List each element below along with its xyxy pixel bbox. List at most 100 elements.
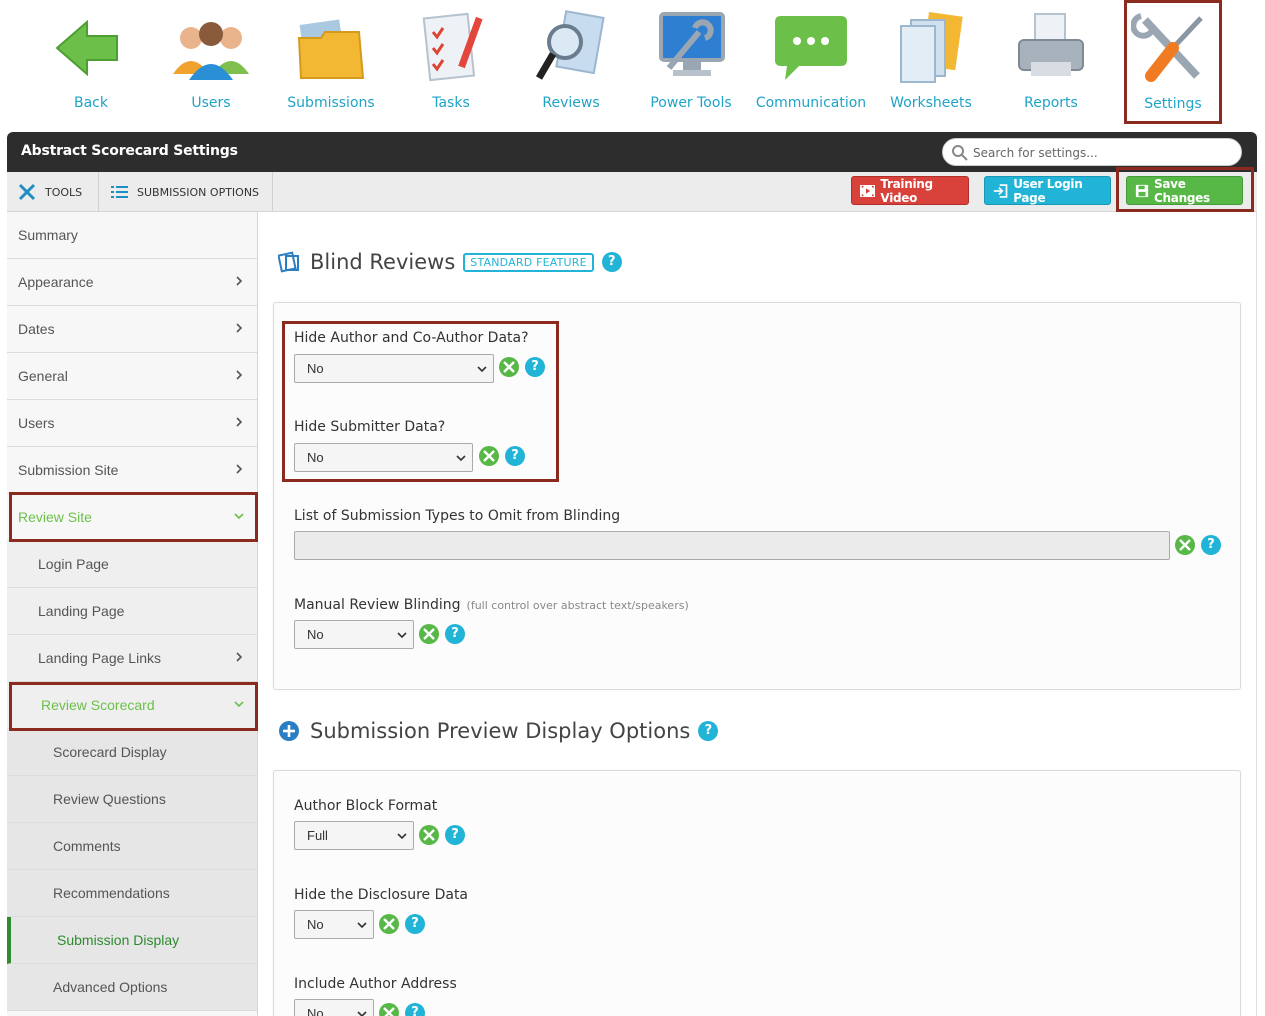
training-video-label: Training Video [880,176,933,205]
tools-wrench-icon[interactable] [499,357,519,377]
sidebar-item-users[interactable]: Users [7,400,257,447]
manual-blinding-label: Manual Review Blinding (full control over… [294,597,689,613]
training-video-button[interactable]: Training Video [851,176,969,205]
chevron-right-icon [236,417,243,427]
toolbar-submissions[interactable]: Submissions [271,0,391,124]
settings-subbar: TOOLS SUBMISSION OPTIONS Training Video … [7,172,1257,212]
checklist-icon [422,12,483,82]
manual-blinding-actions: ? [419,624,465,644]
settings-main: Blind Reviews STANDARD FEATURE ? Hide Au… [258,212,1257,1016]
tools-wrench-icon[interactable] [419,825,439,845]
blind-reviews-heading: Blind Reviews STANDARD FEATURE ? [278,250,622,274]
sidebar-item-summary[interactable]: Summary [7,212,257,259]
include-address-actions: ? [379,1003,425,1016]
toolbar-tasks-label: Tasks [432,95,470,111]
sidebar-item-login-page[interactable]: Login Page [7,541,257,588]
hide-author-select[interactable]: No [294,354,494,383]
submission-options-tab[interactable]: SUBMISSION OPTIONS [99,172,273,212]
review-scorecard-highlight [9,682,258,731]
tools-wrench-icon[interactable] [479,446,499,466]
toolbar-reviews[interactable]: Reviews [511,0,631,124]
user-login-page-button[interactable]: User Login Page [984,176,1111,205]
preview-options-title: Submission Preview Display Options [310,719,691,743]
sidebar-item-dates[interactable]: Dates [7,306,257,353]
users-icon [173,22,249,80]
hide-submitter-actions: ? [479,446,525,466]
sidebar-item-recommendations[interactable]: Recommendations [7,870,257,917]
sidebar-item-advanced-options[interactable]: Advanced Options [7,964,257,1011]
hide-submitter-label: Hide Submitter Data? [294,419,446,435]
sidebar-item-landing-page[interactable]: Landing Page [7,588,257,635]
sidebar-item-submission-site[interactable]: Submission Site [7,447,257,494]
sidebar-item-comments[interactable]: Comments [7,823,257,870]
help-icon[interactable]: ? [405,914,425,934]
omit-types-label: List of Submission Types to Omit from Bl… [294,508,621,524]
help-icon[interactable]: ? [445,825,465,845]
hide-submitter-select[interactable]: No [294,443,473,472]
tools-wrench-icon[interactable] [1175,535,1195,555]
manual-blinding-select[interactable]: No [294,620,414,649]
tools-wrench-icon[interactable] [379,1003,399,1016]
folder-icon [297,19,365,79]
toolbar-back[interactable]: Back [31,0,151,124]
wrench-screwdriver-icon [1131,13,1203,82]
sidebar-item-appearance[interactable]: Appearance [7,259,257,306]
toolbar-users[interactable]: Users [151,0,271,124]
preview-options-help-icon[interactable]: ? [698,721,719,741]
toolbar-communication[interactable]: Communication [751,0,871,124]
help-icon[interactable]: ? [525,357,545,377]
hide-disclosure-actions: ? [379,914,425,934]
documents-icon [900,12,963,83]
expand-plus-icon[interactable] [278,720,300,742]
sidebar-item-label: Appearance [18,274,94,290]
tools-tab[interactable]: TOOLS [7,172,99,212]
sidebar-item-label: Recommendations [53,885,170,901]
login-icon [993,183,1008,198]
toolbar-worksheets[interactable]: Worksheets [871,0,991,124]
blind-reviews-card: Hide Author and Co-Author Data? No ? Hid… [273,302,1241,690]
chevron-down-icon [397,632,407,639]
omit-types-actions: ? [1175,535,1221,555]
sidebar-item-landing-page-links[interactable]: Landing Page Links [7,635,257,682]
omit-types-input[interactable] [294,531,1170,560]
hide-submitter-value: No [307,450,324,465]
sidebar-item-label: Advanced Options [53,979,168,995]
tools-wrench-icon[interactable] [379,914,399,934]
sidebar-item-submission-display[interactable]: Submission Display [7,917,257,964]
settings-header: Abstract Scorecard Settings [7,132,1257,172]
monitor-wrench-icon [659,12,725,76]
blind-reviews-help-icon[interactable]: ? [601,252,622,272]
blind-reviews-title: Blind Reviews [310,250,456,274]
film-icon [860,184,876,197]
sidebar-item-label: Landing Page Links [38,650,161,666]
include-address-select[interactable]: No [294,999,374,1016]
sidebar-item-general[interactable]: General [7,353,257,400]
help-icon[interactable]: ? [1201,535,1221,555]
author-block-select[interactable]: Full [294,821,414,850]
manual-blinding-label-text: Manual Review Blinding [294,597,461,613]
sidebar-item-label: Summary [18,227,78,243]
sidebar-item-scorecard-display[interactable]: Scorecard Display [7,729,257,776]
hide-disclosure-select[interactable]: No [294,910,374,939]
toolbar-reports[interactable]: Reports [991,0,1111,124]
help-icon[interactable]: ? [445,624,465,644]
tools-wrench-icon[interactable] [419,624,439,644]
manual-blinding-note: (full control over abstract text/speaker… [466,599,689,612]
settings-search[interactable] [942,138,1242,166]
search-input[interactable] [973,143,1233,163]
toolbar-settings[interactable]: Settings [1124,0,1222,124]
preview-options-heading[interactable]: Submission Preview Display Options ? [278,719,719,743]
sidebar-item-review-questions[interactable]: Review Questions [7,776,257,823]
printer-icon [1018,13,1084,76]
magnifier-icon [535,10,605,80]
toolbar-power-tools[interactable]: Power Tools [631,0,751,124]
help-icon[interactable]: ? [505,446,525,466]
sidebar-item-label: Review Questions [53,791,166,807]
include-address-label: Include Author Address [294,976,457,992]
main-toolbar: Back Users Submissions Tasks Reviews Pow… [0,0,1265,128]
toolbar-tasks[interactable]: Tasks [391,0,511,124]
toolbar-worksheets-label: Worksheets [890,95,972,111]
hide-author-label: Hide Author and Co-Author Data? [294,330,529,346]
help-icon[interactable]: ? [405,1003,425,1016]
sidebar-item-label: Comments [53,838,121,854]
